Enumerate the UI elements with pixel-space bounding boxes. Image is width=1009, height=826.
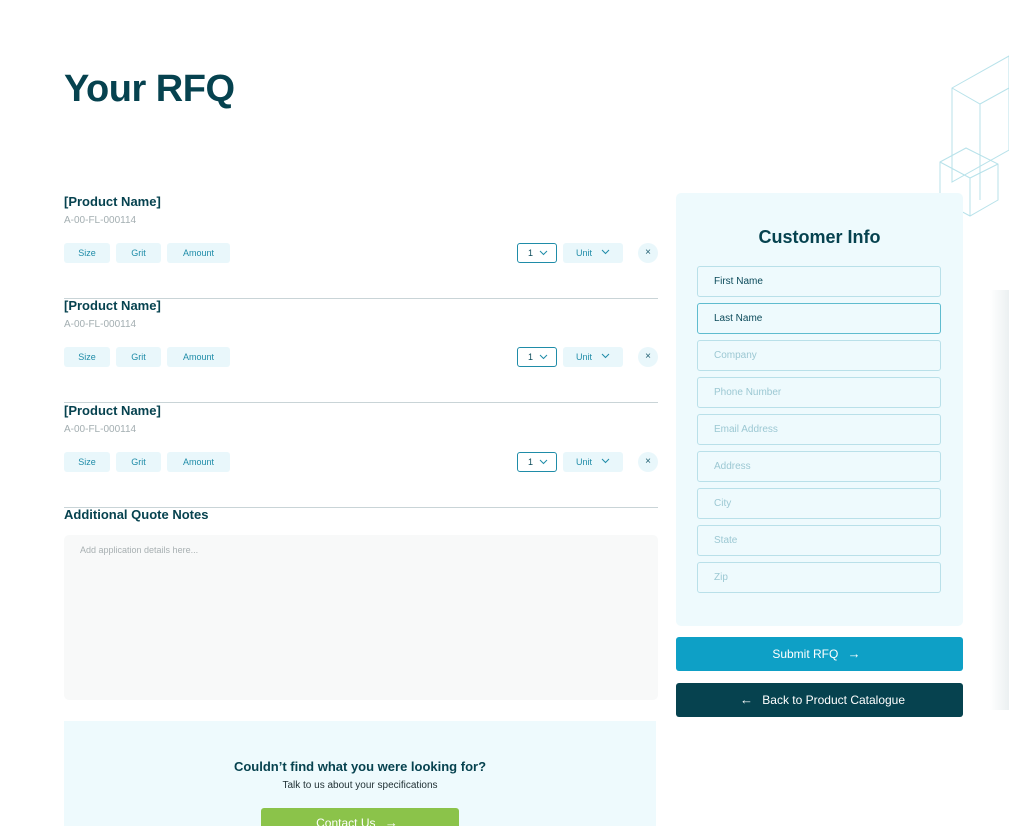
quantity-value: 1 (528, 352, 534, 362)
product-name: [Product Name] (64, 298, 161, 313)
amount-option-button[interactable]: Amount (167, 243, 230, 263)
quantity-value: 1 (528, 457, 534, 467)
remove-product-button[interactable]: × (638, 347, 658, 367)
back-to-catalogue-button[interactable]: ← Back to Product Catalogue (676, 683, 963, 717)
chevron-down-icon (601, 353, 610, 359)
address-field[interactable] (697, 451, 941, 482)
page-title: Your RFQ (64, 68, 235, 110)
state-field[interactable] (697, 525, 941, 556)
unit-select[interactable]: Unit (563, 452, 623, 472)
phone-number-field[interactable] (697, 377, 941, 408)
city-field[interactable] (697, 488, 941, 519)
submit-rfq-button[interactable]: Submit RFQ → (676, 637, 963, 671)
contact-us-button[interactable]: Contact Us → (261, 808, 459, 826)
arrow-left-icon: ← (739, 692, 753, 707)
side-shadow (990, 290, 1009, 710)
zip-field[interactable] (697, 562, 941, 593)
size-option-button[interactable]: Size (64, 452, 110, 472)
product-row: [Product Name] A-00-FL-000114 Size Grit … (64, 298, 658, 403)
quantity-value: 1 (528, 248, 534, 258)
amount-option-button[interactable]: Amount (167, 452, 230, 472)
product-row: [Product Name] A-00-FL-000114 Size Grit … (64, 194, 658, 299)
unit-select[interactable]: Unit (563, 347, 623, 367)
remove-product-button[interactable]: × (638, 243, 658, 263)
size-option-button[interactable]: Size (64, 347, 110, 367)
first-name-field[interactable] (697, 266, 941, 297)
help-subtitle: Talk to us about your specifications (282, 780, 438, 791)
product-row: [Product Name] A-00-FL-000114 Size Grit … (64, 403, 658, 508)
unit-label: Unit (576, 248, 593, 258)
grit-option-button[interactable]: Grit (116, 452, 161, 472)
quantity-select[interactable]: 1 (517, 347, 557, 367)
customer-info-title: Customer Info (758, 227, 881, 247)
contact-us-label: Contact Us (316, 816, 376, 826)
grit-option-button[interactable]: Grit (116, 347, 161, 367)
amount-option-button[interactable]: Amount (167, 347, 230, 367)
chevron-down-icon (539, 354, 548, 360)
product-sku: A-00-FL-000114 (64, 215, 137, 226)
quantity-select[interactable]: 1 (517, 243, 557, 263)
chevron-down-icon (601, 249, 610, 255)
product-name: [Product Name] (64, 194, 161, 209)
company-field[interactable] (697, 340, 941, 371)
quote-notes-input[interactable] (64, 535, 658, 700)
size-option-button[interactable]: Size (64, 243, 110, 263)
product-sku: A-00-FL-000114 (64, 319, 137, 330)
last-name-field[interactable] (697, 303, 941, 334)
grit-option-button[interactable]: Grit (116, 243, 161, 263)
chevron-down-icon (539, 250, 548, 256)
help-banner: Couldn’t find what you were looking for?… (64, 721, 656, 826)
product-name: [Product Name] (64, 403, 161, 418)
product-sku: A-00-FL-000114 (64, 424, 137, 435)
remove-product-button[interactable]: × (638, 452, 658, 472)
customer-info-panel: Customer Info (676, 193, 963, 626)
unit-label: Unit (576, 457, 593, 467)
unit-label: Unit (576, 352, 593, 362)
submit-rfq-label: Submit RFQ (772, 647, 839, 661)
quantity-select[interactable]: 1 (517, 452, 557, 472)
email-address-field[interactable] (697, 414, 941, 445)
unit-select[interactable]: Unit (563, 243, 623, 263)
chevron-down-icon (601, 458, 610, 464)
chevron-down-icon (539, 459, 548, 465)
back-to-catalogue-label: Back to Product Catalogue (762, 693, 906, 707)
arrow-right-icon: → (847, 646, 861, 661)
notes-title: Additional Quote Notes (64, 507, 209, 522)
help-title: Couldn’t find what you were looking for? (233, 759, 487, 774)
arrow-right-icon: → (384, 815, 398, 826)
